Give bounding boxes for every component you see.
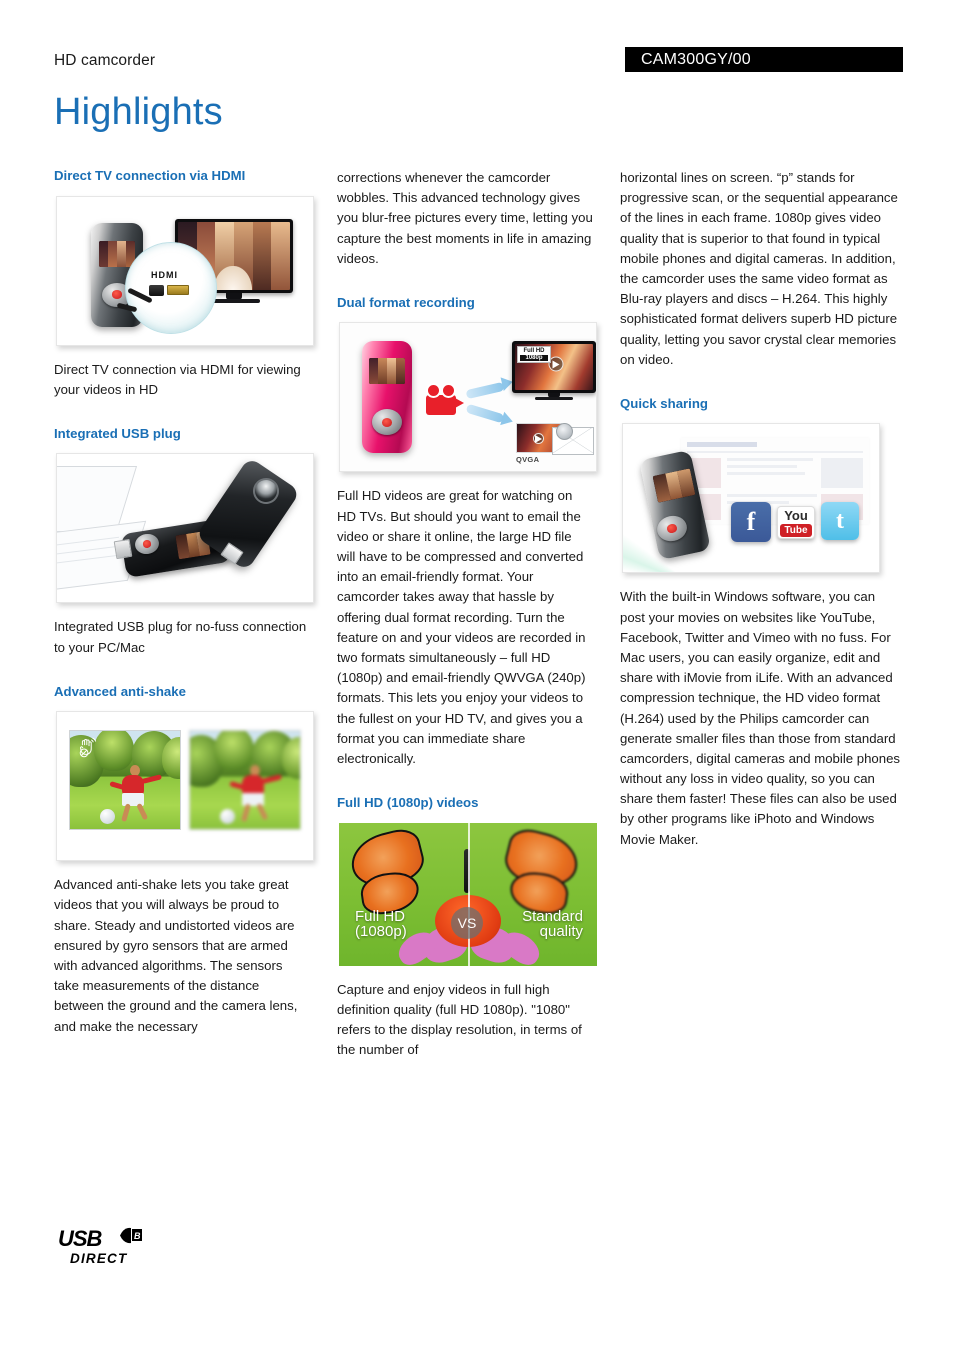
datasheet-page: HD camcorder CAM300GY/00 Highlights Dire…: [0, 0, 954, 1350]
feature-caption-full-hd: Capture and enjoy videos in full high de…: [337, 981, 582, 1058]
hdmi-logo-text: HDMI: [151, 269, 178, 280]
feature-heading-usb: Integrated USB plug: [54, 425, 181, 441]
feature-heading-anti-shake: Advanced anti-shake: [54, 683, 186, 699]
camcorder-screen: [99, 240, 135, 267]
figure-quick-sharing: f You Tube t: [622, 423, 880, 574]
column-middle: corrections whenever the camcorder wobbl…: [337, 168, 620, 1060]
youtube-label-bottom: Tube: [780, 523, 812, 537]
column-right: horizontal lines on screen. “p” stands f…: [620, 168, 903, 1060]
vs-badge: VS: [451, 906, 483, 939]
usb-logo-word: USB: [58, 1226, 102, 1251]
feature-heading-hdmi: Direct TV connection via HDMI: [54, 168, 246, 183]
figure-full-hd-butterfly: Full HD (1080p) VS Standard quality: [339, 822, 597, 966]
video-camera-icon: [426, 395, 464, 416]
anti-shake-hand-icon: [79, 737, 97, 758]
image-split-divider: [468, 822, 470, 966]
photo-unstabilized: [189, 730, 301, 831]
feature-heading-dual-format: Dual format recording: [337, 294, 475, 310]
feature-caption-anti-shake: Advanced anti-shake lets you take great …: [54, 877, 298, 1034]
label-full-hd: Full HD (1080p): [355, 907, 407, 941]
twitter-icon[interactable]: t: [821, 502, 859, 541]
feature-caption-usb: Integrated USB plug for no-fuss connecti…: [54, 619, 307, 655]
figure-anti-shake-comparison: [56, 711, 314, 862]
butterfly-comparison-image: Full HD (1080p) VS Standard quality: [339, 822, 597, 966]
facebook-icon[interactable]: f: [731, 502, 771, 543]
feature-caption-quick-sharing: With the built-in Windows software, you …: [620, 589, 901, 847]
usb-logo-subtitle: DIRECT: [70, 1251, 128, 1266]
continuation-text-anti-shake: corrections whenever the camcorder wobbl…: [337, 170, 593, 266]
content-columns: Direct TV connection via HDMI HDMI Direc…: [54, 168, 904, 1060]
camcorder-pink-screen: [369, 358, 405, 385]
hdmi-plug-icon: [149, 284, 164, 296]
figure-dual-format-recording: Full HD 1080p QVGA: [339, 322, 597, 473]
product-category-label: HD camcorder: [54, 52, 156, 69]
qvga-label: QVGA: [516, 455, 540, 465]
figure-hdmi-tv-connection: HDMI: [56, 195, 314, 346]
feature-heading-quick-sharing: Quick sharing: [620, 395, 708, 411]
badge-fullhd-top: Full HD: [523, 348, 545, 355]
arrow-to-email: [465, 404, 505, 424]
badge-1080p: 1080p: [520, 354, 548, 362]
product-code-text: CAM300GY/00: [641, 50, 751, 68]
usb-trident-icon: B: [120, 1227, 142, 1244]
badge-full-hd-1080p: Full HD 1080p: [517, 346, 551, 364]
photo-stabilized: [69, 730, 181, 831]
feature-caption-hdmi: Direct TV connection via HDMI for viewin…: [54, 361, 301, 397]
arrow-head-email: [500, 412, 515, 429]
usb-direct-logo: USB B DIRECT: [58, 1228, 168, 1266]
usb-connector-tip: [113, 539, 133, 560]
column-left: Direct TV connection via HDMI HDMI Direc…: [54, 168, 337, 1060]
tv-base: [208, 298, 260, 303]
svg-text:B: B: [134, 1231, 141, 1241]
continuation-text-full-hd: horizontal lines on screen. “p” stands f…: [620, 170, 898, 367]
figure-usb-plug-laptop: [56, 453, 314, 604]
youtube-label-top: You: [784, 507, 808, 523]
feature-heading-full-hd: Full HD (1080p) videos: [337, 795, 479, 811]
feature-caption-dual-format: Full HD videos are great for watching on…: [337, 488, 586, 766]
label-standard-quality: Standard quality: [522, 907, 583, 941]
product-code-bar: CAM300GY/00: [625, 47, 903, 72]
arrow-to-tv: [465, 382, 505, 400]
youtube-icon[interactable]: You Tube: [777, 506, 815, 540]
page-title: Highlights: [54, 91, 223, 133]
hdmi-port-icon: [167, 284, 189, 295]
